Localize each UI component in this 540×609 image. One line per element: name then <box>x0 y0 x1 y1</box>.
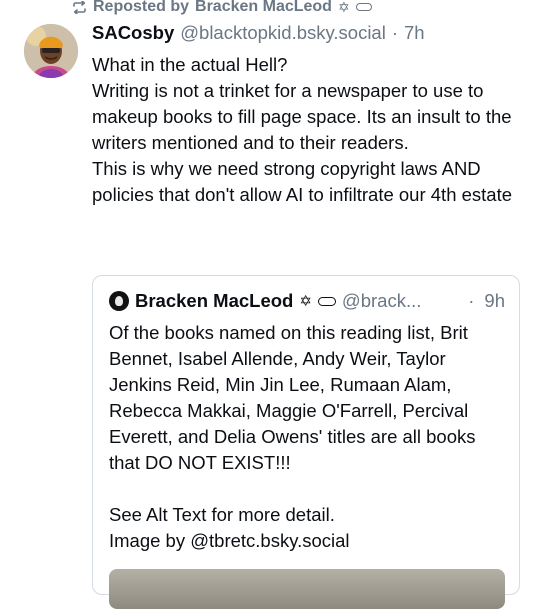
post-line: Writing is not a trinket for a newspaper… <box>92 80 512 153</box>
separator-dot: · <box>391 22 398 43</box>
repost-prefix: Reposted by <box>93 0 190 15</box>
pill-badge-icon <box>355 3 372 11</box>
post-line: This is why we need strong copyright law… <box>92 158 513 205</box>
quote-text: Of the books named on this reading list,… <box>109 320 509 554</box>
post-line: What in the actual Hell? <box>92 54 288 75</box>
quote-paragraph: Of the books named on this reading list,… <box>109 322 476 473</box>
post-timestamp[interactable]: 7h <box>404 22 425 44</box>
quote-image-preview[interactable] <box>109 569 505 609</box>
quote-paragraph: See Alt Text for more detail. <box>109 504 335 525</box>
quote-timestamp: 9h <box>484 290 505 311</box>
quote-header: Bracken MacLeod ✡ @brack... · 9h <box>109 290 505 312</box>
quote-paragraph: Image by @tbretc.bsky.social <box>109 530 350 551</box>
quote-avatar <box>109 291 129 311</box>
pentagram-icon: ✡ <box>337 0 350 15</box>
repost-icon <box>72 0 87 14</box>
repost-indicator[interactable]: Reposted by Bracken MacLeod ✡ <box>72 0 372 16</box>
author-name[interactable]: SACosby <box>92 22 174 44</box>
post-header: SACosby @blacktopkid.bsky.social · 7h <box>92 22 425 44</box>
author-handle[interactable]: @blacktopkid.bsky.social <box>180 22 386 44</box>
post-text: What in the actual Hell? Writing is not … <box>92 52 522 208</box>
pill-badge-icon <box>317 296 336 306</box>
avatar[interactable] <box>24 24 78 78</box>
quote-author-handle: @brack... <box>341 290 422 311</box>
repost-author-name[interactable]: Bracken MacLeod <box>195 0 332 16</box>
quote-author-name: Bracken MacLeod <box>135 290 294 311</box>
pentagram-icon: ✡ <box>299 293 312 310</box>
separator-dot: · <box>468 290 475 311</box>
quoted-post[interactable]: Bracken MacLeod ✡ @brack... · 9h Of the … <box>92 275 520 609</box>
